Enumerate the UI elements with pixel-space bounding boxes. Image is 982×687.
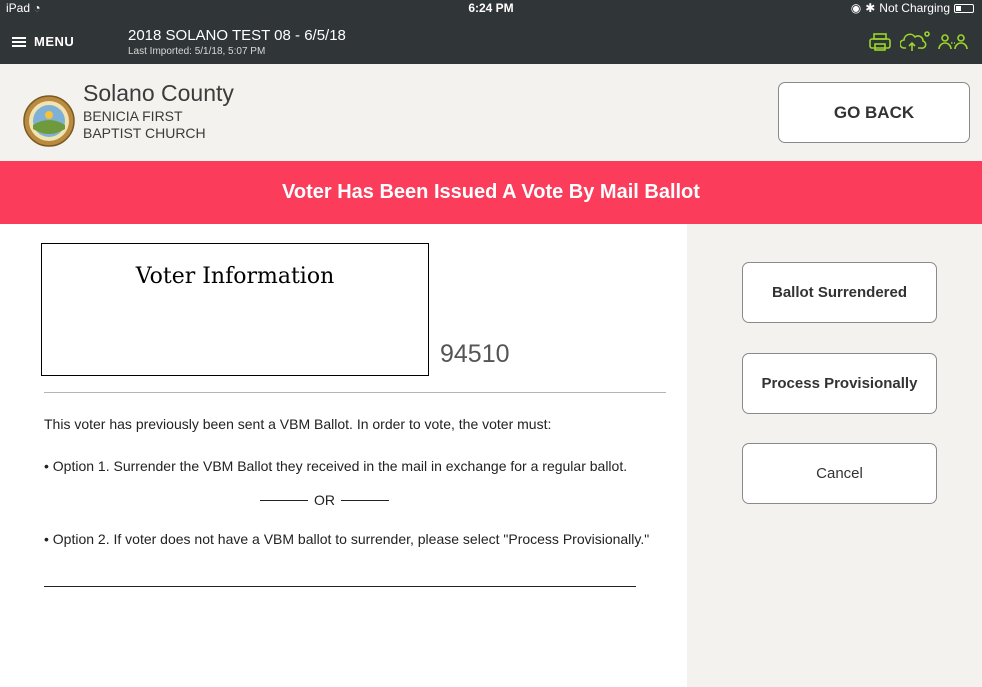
vbm-alert-banner: Voter Has Been Issued A Vote By Mail Bal…	[0, 161, 982, 224]
instruction-option-1: • Option 1. Surrender the VBM Ballot the…	[44, 458, 628, 474]
or-separator: OR	[260, 492, 389, 508]
menu-button[interactable]: MENU	[12, 34, 74, 49]
users-icon[interactable]	[938, 33, 968, 51]
hamburger-icon	[12, 36, 26, 47]
election-title: 2018 SOLANO TEST 08 - 6/5/18	[128, 27, 346, 44]
go-back-button[interactable]: GO BACK	[778, 82, 970, 143]
top-bar: iPad ◔ 6:24 PM ◉ ✱ Not Charging MENU 201…	[0, 0, 982, 64]
battery-icon	[954, 3, 974, 13]
instruction-option-2: • Option 2. If voter does not have a VBM…	[44, 531, 650, 547]
top-icons	[868, 31, 968, 53]
county-name: Solano County	[83, 80, 234, 106]
ballot-surrendered-button[interactable]: Ballot Surrendered	[742, 262, 937, 323]
county-seal-icon	[23, 95, 75, 147]
voter-info-title: Voter Information	[135, 264, 335, 289]
status-right: ◉ ✱ Not Charging	[851, 1, 974, 15]
printer-icon[interactable]	[868, 32, 892, 52]
divider-bottom	[44, 586, 636, 587]
voter-info-box: Voter Information	[41, 243, 429, 376]
divider	[44, 392, 666, 393]
charging-label: Not Charging	[879, 1, 950, 15]
or-dash-left	[260, 499, 308, 501]
process-provisionally-button[interactable]: Process Provisionally	[742, 353, 937, 414]
or-dash-right	[341, 499, 389, 501]
status-time: 6:24 PM	[468, 1, 514, 15]
site-line-2: BAPTIST CHURCH	[83, 125, 206, 141]
bluetooth-icon: ✱	[865, 1, 876, 15]
menu-label: MENU	[34, 34, 75, 49]
or-label: OR	[314, 492, 335, 508]
polling-site: BENICIA FIRST BAPTIST CHURCH	[83, 108, 283, 142]
cancel-button[interactable]: Cancel	[742, 443, 937, 504]
cloud-sync-icon[interactable]	[900, 31, 930, 53]
voter-zip: 94510	[440, 340, 510, 368]
site-line-1: BENICIA FIRST	[83, 108, 183, 124]
instruction-intro: This voter has previously been sent a VB…	[44, 416, 552, 432]
location-icon: ◉	[850, 1, 862, 15]
last-imported: Last Imported: 5/1/18, 5:07 PM	[128, 46, 266, 57]
